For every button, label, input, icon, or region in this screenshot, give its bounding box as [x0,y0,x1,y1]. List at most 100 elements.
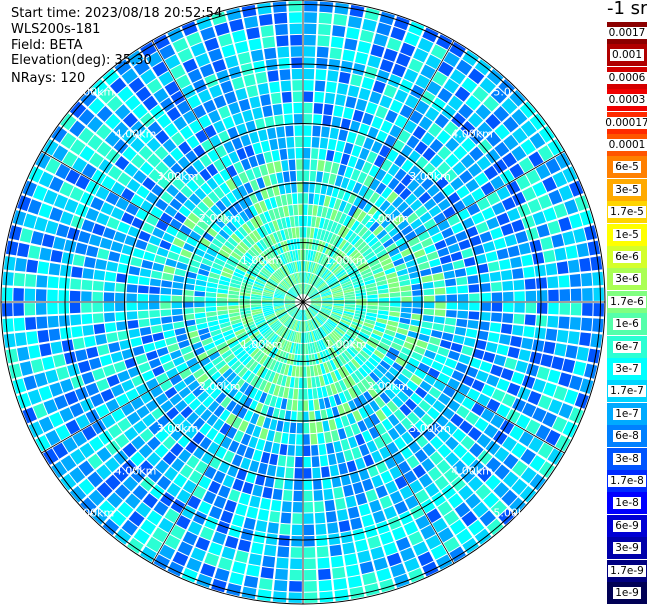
gate-cell [249,96,261,109]
gate-cell [318,194,326,206]
colorbar-tick-label: 6e-5 [613,161,641,174]
gate-cell [205,292,217,298]
gate-cell [239,295,251,300]
gate-cell [209,505,223,520]
gate-cell [288,388,294,399]
colorbar-swatch: 6e-7 [607,335,647,358]
gate-cell [303,524,315,536]
gate-cell [141,334,154,345]
gate-cell [303,91,314,103]
gate-cell [303,468,312,479]
gate-cell [325,81,337,93]
gate-cell [421,275,433,283]
gate-cell [287,444,295,456]
colorbar-swatch: 0.0001 [606,134,647,156]
gate-cell [260,25,274,38]
gate-cell [275,568,288,580]
gate-cell [592,271,604,286]
gate-cell [235,87,248,101]
gate-cell [194,291,206,297]
range-label: 5.0 [493,86,511,99]
gate-cell [117,221,131,234]
gate-cell [58,315,71,327]
gate-cell [296,354,301,366]
gate-cell [127,320,139,329]
gate-cell [272,1,287,13]
gate-cell [258,578,273,590]
gate-cell [220,510,234,524]
gate-cell [299,227,303,238]
gate-cell [469,293,480,302]
gate-cell [499,259,511,270]
gate-cell [218,33,233,47]
gate-cell [367,302,378,306]
gate-cell [347,506,360,519]
gate-cell [502,313,514,324]
gate-cell [288,205,294,216]
gate-cell [303,422,310,434]
gate-cell [307,215,312,227]
gate-cell [329,127,340,140]
gate-cell [523,326,535,338]
gate-cell [298,377,303,389]
gate-cell [376,22,392,36]
gate-cell [543,249,556,263]
gate-cell [293,490,303,502]
gate-cell [350,74,363,87]
gate-cell [319,137,329,149]
gate-cell [266,127,277,140]
gate-cell [243,575,259,588]
range-label: 2.00km [367,380,409,393]
gate-cell [456,276,468,286]
gate-cell [518,242,531,255]
gate-cell [308,193,314,205]
gate-cell [349,4,365,18]
elevation-label: Elevation(deg): 35.30 [11,53,152,68]
gate-cell [303,193,309,204]
gate-cell [321,466,330,478]
gate-cell [86,346,99,359]
gate-cell [362,478,374,492]
gate-cell [372,80,386,94]
gate-cell [328,419,337,431]
gate-cell [329,544,343,557]
gate-cell [506,382,521,396]
gate-cell [221,44,236,58]
gate-cell [303,261,305,272]
gate-cell [446,294,457,302]
gate-cell [104,271,117,282]
range-label: 3.00km [409,170,451,183]
gate-cell [280,398,288,410]
gate-cell [126,311,138,320]
gate-cell [452,259,465,270]
gate-cell [345,27,360,40]
gate-cell [310,159,318,171]
gate-cell [229,18,244,32]
gate-cell [293,388,299,400]
gate-cell [60,378,74,393]
gate-cell [249,495,261,508]
gate-cell [75,242,88,255]
gate-cell [139,268,152,278]
gate-cell [547,369,561,384]
gate-cell [289,170,297,182]
gate-cell [371,116,384,130]
gate-cell [303,68,315,80]
gate-cell [288,433,296,445]
gate-cell [150,270,163,279]
gate-cell [344,299,356,302]
gate-cell [267,70,279,82]
gate-cell [93,323,106,335]
gate-cell [228,294,239,299]
gate-cell [540,236,553,251]
gate-cell [457,302,469,310]
gate-cell [532,211,546,226]
gate-cell [367,294,378,299]
gate-cell [400,291,412,297]
gate-cell [523,266,535,278]
gate-cell [273,579,288,592]
gate-cell [379,531,394,545]
gate-cell [343,142,354,155]
gate-cell [514,302,525,313]
gate-cell [288,12,302,23]
